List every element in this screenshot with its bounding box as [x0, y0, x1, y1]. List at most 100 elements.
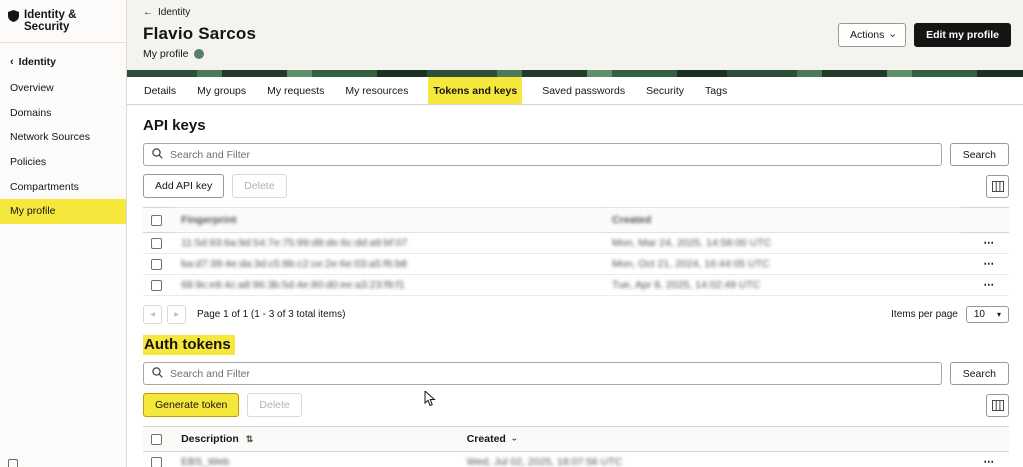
tab-tags[interactable]: Tags — [704, 77, 728, 104]
sidebar-item-compartments[interactable]: Compartments — [0, 175, 126, 200]
fingerprint-column-header[interactable]: Fingerprint — [173, 208, 604, 233]
api-keys-toolbar: Add API key Delete — [143, 174, 1009, 198]
row-actions-menu[interactable]: ⋯ — [961, 275, 1009, 296]
api-keys-delete-button[interactable]: Delete — [232, 174, 286, 198]
header-actions: Actions › Edit my profile — [838, 23, 1011, 47]
search-icon — [152, 365, 163, 383]
table-row[interactable]: 11:5d:93:6a:9d:54:7e:75:99:d8:de:6c:dd:a… — [143, 233, 1009, 254]
chevron-left-icon: ‹ — [10, 57, 14, 68]
tab-my-requests[interactable]: My requests — [266, 77, 325, 104]
select-all-checkbox[interactable] — [151, 434, 162, 445]
description-header-label: Description — [181, 433, 239, 445]
add-api-key-button[interactable]: Add API key — [143, 174, 224, 198]
sidebar-item-policies[interactable]: Policies — [0, 150, 126, 175]
auth-tokens-search-input[interactable] — [170, 368, 933, 380]
created-header-label: Created — [467, 433, 506, 445]
api-keys-title: API keys — [143, 117, 1009, 134]
auth-tokens-header-row: Description ⇅ Created › — [143, 427, 1009, 452]
fingerprint-cell: 11:5d:93:6a:9d:54:7e:75:99:d8:de:6c:dd:a… — [173, 233, 604, 254]
row-checkbox[interactable] — [151, 280, 162, 291]
row-actions-menu[interactable]: ⋯ — [961, 254, 1009, 275]
sidebar-back-link[interactable]: ‹ Identity — [0, 43, 126, 76]
api-keys-search-box[interactable] — [143, 143, 942, 166]
created-cell: Mon, Oct 21, 2024, 16:44:05 UTC — [604, 254, 961, 275]
api-keys-search-row: Search — [143, 143, 1009, 166]
page-prev-button[interactable]: ◀ — [143, 305, 162, 324]
auth-tokens-column-settings-button[interactable] — [986, 394, 1009, 417]
table-row[interactable]: 68:9c:e8:4c:a8:96:3b:5d:4e:80:d0:ee:a3:2… — [143, 275, 1009, 296]
row-checkbox[interactable] — [151, 259, 162, 270]
columns-icon — [992, 181, 1004, 192]
description-column-header[interactable]: Description ⇅ — [173, 427, 459, 452]
select-all-checkbox[interactable] — [151, 215, 162, 226]
dropdown-caret-icon: ▾ — [997, 310, 1001, 319]
sidebar: Identity & Security ‹ Identity Overview … — [0, 0, 127, 467]
auth-tokens-title-label: Auth tokens — [143, 335, 235, 355]
tab-security[interactable]: Security — [645, 77, 685, 104]
page-next-button[interactable]: ▶ — [167, 305, 186, 324]
auth-tokens-title: Auth tokens — [143, 336, 1009, 353]
actions-button[interactable]: Actions › — [838, 23, 906, 47]
api-keys-table: Fingerprint Created 11:5d:93:6a:9d:54:7e… — [143, 207, 1009, 296]
auth-tokens-search-button[interactable]: Search — [950, 362, 1009, 385]
tab-my-resources[interactable]: My resources — [344, 77, 409, 104]
tab-my-groups[interactable]: My groups — [196, 77, 247, 104]
row-actions-menu[interactable]: ⋯ — [961, 452, 1009, 467]
created-column-header[interactable]: Created — [604, 208, 961, 233]
search-icon — [152, 146, 163, 164]
sidebar-title: Identity & Security — [0, 0, 126, 43]
items-per-page-select[interactable]: 10 ▾ — [966, 306, 1009, 323]
app-window: Identity & Security ‹ Identity Overview … — [0, 0, 1023, 467]
breadcrumb[interactable]: ← Identity — [143, 7, 1009, 18]
breadcrumb-label: Identity — [158, 7, 190, 18]
api-keys-pagination: ◀ ▶ Page 1 of 1 (1 - 3 of 3 total items)… — [143, 296, 1009, 332]
sidebar-item-my-profile[interactable]: My profile — [0, 199, 126, 224]
auth-tokens-delete-button[interactable]: Delete — [247, 393, 301, 417]
main-area: ← Identity Flavio Sarcos My profile Acti… — [127, 0, 1023, 467]
items-per-page-label: Items per page — [891, 309, 958, 320]
auth-tokens-search-row: Search — [143, 362, 1009, 385]
back-arrow-icon: ← — [143, 7, 153, 18]
page-subtitle-label: My profile — [143, 48, 189, 60]
fingerprint-cell: ba:d7:39:4e:da:3d:c5:8b:c2:ce:2e:6e:03:a… — [173, 254, 604, 275]
decorative-banner — [127, 70, 1023, 77]
sidebar-item-domains[interactable]: Domains — [0, 101, 126, 126]
sidebar-title-label: Identity & Security — [24, 9, 116, 33]
fingerprint-cell: 68:9c:e8:4c:a8:96:3b:5d:4e:80:d0:ee:a3:2… — [173, 275, 604, 296]
generate-token-button[interactable]: Generate token — [143, 393, 239, 417]
pagination-summary: Page 1 of 1 (1 - 3 of 3 total items) — [197, 309, 345, 320]
edit-my-profile-label: Edit my profile — [926, 29, 999, 41]
edit-my-profile-button[interactable]: Edit my profile — [914, 23, 1011, 47]
auth-tokens-toolbar: Generate token Delete — [143, 393, 1009, 417]
tab-bar: Details My groups My requests My resourc… — [127, 77, 1023, 105]
auth-tokens-search-box[interactable] — [143, 362, 942, 385]
tab-saved-passwords[interactable]: Saved passwords — [541, 77, 626, 104]
sidebar-item-network-sources[interactable]: Network Sources — [0, 125, 126, 150]
sidebar-back-label: Identity — [19, 56, 56, 68]
chevron-down-icon: › — [887, 33, 898, 37]
identity-security-icon — [8, 10, 19, 25]
tab-tokens-and-keys[interactable]: Tokens and keys — [428, 77, 522, 104]
created-cell: Mon, Mar 24, 2025, 14:58:00 UTC — [604, 233, 961, 254]
actions-button-label: Actions — [850, 29, 884, 41]
items-per-page: Items per page 10 ▾ — [891, 306, 1009, 323]
api-keys-search-input[interactable] — [170, 149, 933, 161]
row-checkbox[interactable] — [151, 457, 162, 467]
api-keys-search-button[interactable]: Search — [950, 143, 1009, 166]
created-column-header[interactable]: Created › — [459, 427, 961, 452]
sidebar-footer-icon[interactable] — [8, 459, 18, 467]
page-subtitle: My profile — [143, 48, 1009, 60]
row-checkbox[interactable] — [151, 238, 162, 249]
page-header: ← Identity Flavio Sarcos My profile Acti… — [127, 0, 1023, 70]
api-keys-column-settings-button[interactable] — [986, 175, 1009, 198]
table-row[interactable]: ba:d7:39:4e:da:3d:c5:8b:c2:ce:2e:6e:03:a… — [143, 254, 1009, 275]
info-icon[interactable] — [194, 49, 204, 59]
description-cell: EBS_Web — [173, 452, 459, 467]
sidebar-item-overview[interactable]: Overview — [0, 76, 126, 101]
table-row[interactable]: EBS_Web Wed, Jul 02, 2025, 18:07:56 UTC … — [143, 452, 1009, 467]
api-keys-header-row: Fingerprint Created — [143, 208, 1009, 233]
row-actions-menu[interactable]: ⋯ — [961, 233, 1009, 254]
sort-desc-icon: › — [510, 438, 519, 441]
tab-details[interactable]: Details — [143, 77, 177, 104]
columns-icon — [992, 400, 1004, 411]
